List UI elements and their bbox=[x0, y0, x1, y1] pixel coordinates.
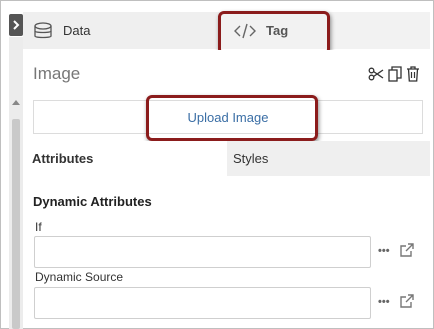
dynamic-source-more-button[interactable]: ••• bbox=[378, 296, 390, 308]
panel-tabs: Data Tag bbox=[23, 12, 430, 49]
scroll-up-arrow-icon[interactable] bbox=[12, 100, 20, 105]
tab-data[interactable]: Data bbox=[23, 12, 220, 49]
panel-header: Image bbox=[23, 50, 430, 96]
property-subtabs: Attributes Styles bbox=[23, 141, 430, 176]
code-icon bbox=[234, 23, 256, 38]
dynamic-source-input[interactable] bbox=[34, 287, 371, 319]
copy-icon[interactable] bbox=[388, 66, 402, 82]
database-icon bbox=[34, 21, 52, 38]
tab-attributes[interactable]: Attributes bbox=[23, 141, 227, 176]
if-more-button[interactable]: ••• bbox=[378, 245, 390, 257]
dynamic-source-open-external-button[interactable] bbox=[399, 293, 415, 309]
collapse-panel-button[interactable] bbox=[9, 14, 23, 36]
tab-attributes-label: Attributes bbox=[32, 151, 94, 166]
tab-styles[interactable]: Styles bbox=[227, 141, 430, 176]
tab-tag[interactable]: Tag bbox=[220, 12, 430, 49]
if-field-label: If bbox=[35, 220, 42, 234]
tab-data-label: Data bbox=[63, 23, 91, 38]
external-link-icon bbox=[400, 243, 414, 257]
tab-tag-label: Tag bbox=[266, 23, 289, 38]
if-open-external-button[interactable] bbox=[399, 242, 415, 258]
chevron-right-icon bbox=[13, 20, 20, 30]
header-actions bbox=[368, 66, 420, 82]
panel-title: Image bbox=[33, 64, 81, 83]
trash-icon[interactable] bbox=[406, 66, 420, 82]
dynamic-source-field-label: Dynamic Source bbox=[35, 270, 124, 284]
scissors-icon[interactable] bbox=[368, 67, 384, 81]
tab-styles-label: Styles bbox=[233, 151, 269, 166]
scrollbar-thumb[interactable] bbox=[12, 119, 20, 329]
if-input[interactable] bbox=[34, 236, 371, 268]
upload-image-label: Upload Image bbox=[187, 109, 269, 125]
vertical-scrollbar[interactable] bbox=[9, 37, 23, 329]
upload-image-button[interactable]: Upload Image bbox=[33, 100, 423, 134]
external-link-icon bbox=[400, 294, 414, 308]
dynamic-attributes-heading: Dynamic Attributes bbox=[33, 194, 152, 209]
